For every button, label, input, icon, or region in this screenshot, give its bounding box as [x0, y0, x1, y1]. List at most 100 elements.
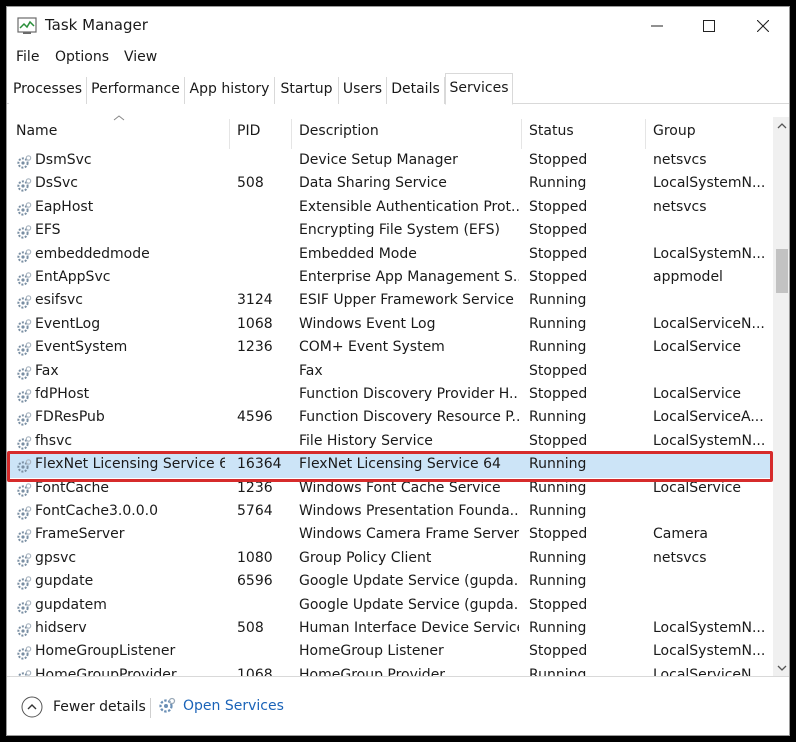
column-header-group[interactable]: Group	[653, 123, 696, 139]
scroll-up-button[interactable]	[773, 117, 789, 135]
minimize-button[interactable]	[631, 7, 683, 45]
cell-name: EventSystem	[35, 339, 128, 356]
cell-description: Device Setup Manager	[299, 152, 458, 168]
cell-status: Stopped	[529, 526, 588, 543]
table-row[interactable]: Fax Fax Stopped	[7, 361, 773, 384]
title-bar: Task Manager	[7, 7, 789, 45]
menu-file[interactable]: File	[16, 49, 39, 65]
tab-users[interactable]: Users	[339, 77, 387, 104]
cell-status: Running	[529, 666, 587, 677]
table-row[interactable]: FlexNet Licensing Service 64 16364 FlexNet…	[7, 454, 773, 478]
tab-startup[interactable]: Startup	[275, 77, 339, 104]
open-services-link[interactable]: Open Services	[157, 696, 284, 716]
service-gear-icon	[17, 202, 32, 216]
menu-view[interactable]: View	[124, 49, 157, 65]
cell-description: Windows Presentation Founda...	[299, 503, 519, 519]
cell-status: Stopped	[529, 386, 588, 402]
table-row[interactable]: DsSvc 508 Data Sharing Service Running Local…	[7, 173, 773, 196]
cell-status: Running	[529, 409, 587, 426]
table-row[interactable]: gupdatem Google Update Service (gupda... S…	[7, 595, 773, 618]
cell-name: FontCache	[35, 479, 110, 496]
cell-group: LocalServiceN...	[653, 666, 765, 677]
table-row[interactable]: EventLog 1068 Windows Event Log Running Loca…	[7, 314, 773, 337]
cell-name: fdPHost	[35, 386, 90, 402]
minimize-icon	[651, 25, 663, 27]
tab-details[interactable]: Details	[387, 77, 445, 104]
column-divider[interactable]	[521, 119, 522, 149]
cell-group: LocalService	[653, 339, 742, 356]
table-row[interactable]: HomeGroupProvider 1068 HomeGroup Provider R…	[7, 665, 773, 677]
table-row[interactable]: fdPHost Function Discovery Provider H... S…	[7, 384, 773, 407]
cell-name: gupdate	[35, 573, 94, 590]
column-header-name[interactable]: Name	[16, 123, 57, 139]
tab-services[interactable]: Services	[445, 73, 513, 105]
cell-group: LocalServiceA...	[653, 409, 764, 426]
cell-name: esifsvc	[35, 292, 84, 309]
fewer-details-button[interactable]: Fewer details	[21, 696, 146, 718]
scroll-down-button[interactable]	[773, 659, 789, 676]
tab-processes[interactable]: Processes	[9, 77, 87, 104]
cell-description: File History Service	[299, 432, 433, 449]
chevron-up-icon	[777, 123, 787, 129]
cell-description: Encrypting File System (EFS)	[299, 222, 500, 239]
column-divider[interactable]	[229, 119, 230, 149]
cell-status: Stopped	[529, 245, 588, 262]
cell-status: Running	[529, 315, 587, 332]
tab-app-history[interactable]: App history	[185, 77, 275, 104]
table-row[interactable]: FrameServer Windows Camera Frame Server St…	[7, 524, 773, 547]
cell-group: LocalServiceN...	[653, 315, 765, 332]
service-gear-icon	[17, 576, 32, 590]
tab-performance[interactable]: Performance	[87, 77, 185, 104]
service-gear-icon	[17, 225, 32, 239]
service-gear-icon	[17, 553, 32, 567]
open-services-label: Open Services	[183, 698, 284, 714]
close-button[interactable]	[737, 7, 789, 45]
cell-name: EventLog	[35, 315, 101, 332]
table-row[interactable]: EFS Encrypting File System (EFS) Stopped	[7, 220, 773, 243]
column-header-description[interactable]: Description	[299, 123, 379, 139]
table-row[interactable]: hidserv 508 Human Interface Device Service…	[7, 618, 773, 641]
cell-status: Stopped	[529, 198, 588, 215]
menu-options[interactable]: Options	[55, 49, 109, 65]
cell-status: Running	[529, 573, 587, 590]
cell-description: Function Discovery Provider H...	[299, 386, 519, 402]
table-row[interactable]: FontCache3.0.0.0 5764 Windows Presentation…	[7, 501, 773, 524]
cell-group: netsvcs	[653, 152, 707, 168]
table-row[interactable]: EventSystem 1236 COM+ Event System Running L…	[7, 337, 773, 360]
column-header-status[interactable]: Status	[529, 123, 574, 139]
table-row[interactable]: FDResPub 4596 Function Discovery Resource …	[7, 407, 773, 430]
cell-description: COM+ Event System	[299, 339, 445, 356]
menu-bar: File Options View	[7, 45, 789, 71]
cell-description: Windows Camera Frame Server	[299, 526, 519, 543]
table-row[interactable]: gupdate 6596 Google Update Service (gupda.…	[7, 571, 773, 594]
cell-name: hidserv	[35, 620, 87, 636]
scroll-thumb[interactable]	[776, 249, 788, 293]
column-divider[interactable]	[291, 119, 292, 149]
table-row[interactable]: embeddedmode Embedded Mode Stopped LocalSys…	[7, 244, 773, 267]
service-gear-icon	[17, 436, 32, 450]
window-title: Task Manager	[45, 16, 148, 34]
table-row[interactable]: DsmSvc Device Setup Manager Stopped netsvcs	[7, 150, 773, 173]
table-row[interactable]: fhsvc File History Service Stopped LocalSys…	[7, 431, 773, 454]
table-row[interactable]: EntAppSvc Enterprise App Management S... S…	[7, 267, 773, 290]
chevron-down-icon	[777, 665, 787, 671]
table-row[interactable]: HomeGroupListener HomeGroup Listener Stopp…	[7, 641, 773, 664]
cell-group: LocalSystemN...	[653, 432, 766, 449]
maximize-button[interactable]	[683, 7, 735, 45]
service-gear-icon	[17, 155, 32, 169]
sort-ascending-icon	[113, 115, 125, 121]
table-row[interactable]: gpsvc 1080 Group Policy Client Running netsv…	[7, 548, 773, 571]
service-gear-icon	[17, 623, 32, 637]
cell-status: Running	[529, 479, 587, 496]
table-row[interactable]: esifsvc 3124 ESIF Upper Framework Service R…	[7, 290, 773, 313]
cell-group: LocalService	[653, 386, 742, 402]
table-row[interactable]: EapHost Extensible Authentication Prot...…	[7, 197, 773, 220]
table-row[interactable]: FontCache 1236 Windows Font Cache Service R…	[7, 478, 773, 501]
vertical-scrollbar[interactable]	[773, 117, 789, 676]
cell-status: Stopped	[529, 643, 588, 660]
service-gear-icon	[17, 178, 32, 192]
column-header-pid[interactable]: PID	[237, 123, 260, 139]
column-divider[interactable]	[645, 119, 646, 149]
service-gear-icon	[17, 459, 32, 473]
services-gear-icon	[159, 697, 176, 713]
